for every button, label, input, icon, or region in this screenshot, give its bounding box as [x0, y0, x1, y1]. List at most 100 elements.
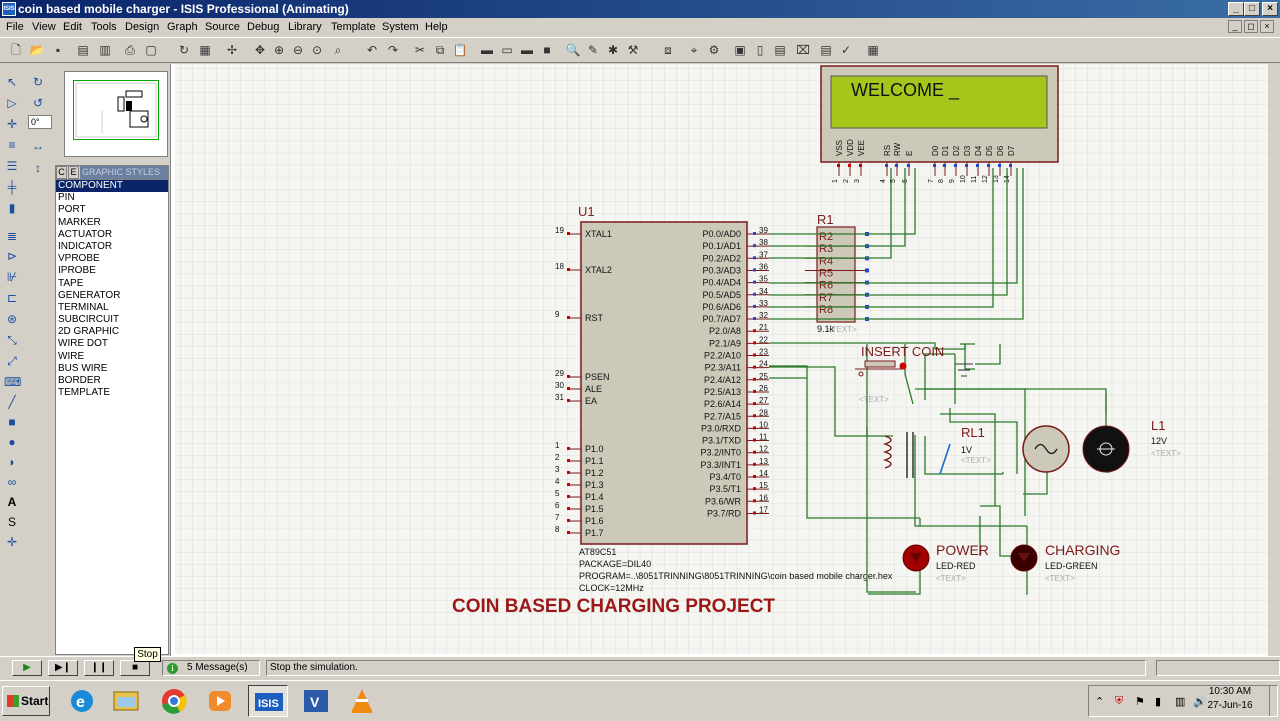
- wire-autorouter-icon[interactable]: ⧈: [660, 42, 676, 58]
- origin-icon[interactable]: ✢: [224, 42, 240, 58]
- marker-tool-icon[interactable]: ✛: [4, 534, 20, 550]
- mirror-horizontal-icon[interactable]: ↔: [30, 138, 46, 154]
- bill-of-materials-icon[interactable]: ▤: [818, 42, 834, 58]
- menu-view[interactable]: View: [32, 18, 56, 36]
- zoom-area-icon[interactable]: ⌕: [330, 42, 346, 58]
- zoom-out-icon[interactable]: ⊖: [290, 42, 306, 58]
- keil-uvision-icon[interactable]: V: [296, 685, 336, 717]
- zoom-all-icon[interactable]: ⊙: [309, 42, 325, 58]
- menu-design[interactable]: Design: [125, 18, 159, 36]
- play-button[interactable]: ▶: [12, 660, 42, 676]
- stop-button[interactable]: ■: [120, 660, 150, 676]
- tape-recorder-icon[interactable]: ⊏: [4, 290, 20, 306]
- bus-mode-icon[interactable]: ╪: [4, 179, 20, 195]
- overview-window[interactable]: [64, 71, 168, 157]
- subcircuit-mode-icon[interactable]: ▮: [4, 200, 20, 216]
- chrome-icon[interactable]: [154, 685, 194, 717]
- paste-icon[interactable]: 📋: [452, 42, 468, 58]
- security-icon[interactable]: ⛨: [1115, 695, 1123, 708]
- grid-icon[interactable]: ▦: [197, 42, 213, 58]
- search-tag-icon[interactable]: ⌖: [686, 42, 702, 58]
- text-tool-icon[interactable]: A: [4, 494, 20, 510]
- make-device-icon[interactable]: ✎: [585, 42, 601, 58]
- import-icon[interactable]: ▤: [75, 42, 91, 58]
- selector-item[interactable]: GENERATOR: [56, 290, 168, 302]
- remove-sheet-icon[interactable]: ▯: [752, 42, 768, 58]
- selector-item[interactable]: MARKER: [56, 217, 168, 229]
- block-delete-icon[interactable]: ■: [539, 42, 555, 58]
- voltage-probe-icon[interactable]: ⤡: [4, 332, 20, 348]
- print-area-icon[interactable]: ▢: [143, 42, 159, 58]
- virtual-instruments-icon[interactable]: ⌨: [4, 374, 21, 390]
- selector-item[interactable]: PORT: [56, 204, 168, 216]
- clock[interactable]: 10:30 AM 27-Jun-16: [1200, 685, 1260, 713]
- electrical-rules-check-icon[interactable]: ✓: [838, 42, 854, 58]
- isis-taskbar-icon[interactable]: ISIS: [248, 685, 288, 717]
- export-icon[interactable]: ▥: [97, 42, 113, 58]
- symbol-tool-icon[interactable]: S: [4, 514, 20, 530]
- cut-icon[interactable]: ✂: [412, 42, 428, 58]
- show-desktop-button[interactable]: [1269, 686, 1277, 716]
- menu-graph[interactable]: Graph: [167, 18, 198, 36]
- media-player-icon[interactable]: [200, 685, 240, 717]
- mdi-restore-button[interactable]: ◻: [1244, 20, 1258, 33]
- component-mode-icon[interactable]: ▷: [4, 95, 20, 111]
- menu-debug[interactable]: Debug: [247, 18, 279, 36]
- menu-tools[interactable]: Tools: [91, 18, 117, 36]
- zoom-in-icon[interactable]: ⊕: [271, 42, 287, 58]
- close-button[interactable]: ×: [1262, 2, 1278, 16]
- menu-source[interactable]: Source: [205, 18, 240, 36]
- new-sheet-icon[interactable]: ▣: [732, 42, 748, 58]
- menu-library[interactable]: Library: [288, 18, 322, 36]
- new-file-icon[interactable]: 🗋: [8, 42, 24, 58]
- minimize-button[interactable]: _: [1228, 2, 1244, 16]
- box-tool-icon[interactable]: ■: [4, 414, 20, 430]
- network-icon[interactable]: ▥: [1175, 695, 1185, 708]
- graph-mode-icon[interactable]: ⊮: [4, 269, 20, 285]
- netlist-to-ares-icon[interactable]: ▦: [865, 42, 881, 58]
- block-move-icon[interactable]: ▭: [499, 42, 515, 58]
- pause-button[interactable]: ❙❙: [84, 660, 114, 676]
- pin-mode-icon[interactable]: ⊳: [4, 248, 20, 264]
- decompose-icon[interactable]: ⚒: [625, 42, 641, 58]
- mirror-vertical-icon[interactable]: ↕: [30, 160, 46, 176]
- selector-item[interactable]: TERMINAL: [56, 302, 168, 314]
- selector-item[interactable]: SUBCIRCUIT: [56, 314, 168, 326]
- line-tool-icon[interactable]: ╱: [4, 394, 20, 410]
- undo-icon[interactable]: ↶: [364, 42, 380, 58]
- goto-sheet-icon[interactable]: ▤: [772, 42, 788, 58]
- menu-system[interactable]: System: [382, 18, 419, 36]
- menu-template[interactable]: Template: [331, 18, 376, 36]
- message-count[interactable]: i 5 Message(s): [162, 660, 260, 676]
- selector-item[interactable]: WIRE: [56, 351, 168, 363]
- zoom-to-child-icon[interactable]: ⌧: [795, 42, 811, 58]
- property-tool-icon[interactable]: ⚙: [706, 42, 722, 58]
- copy-icon[interactable]: ⧉: [432, 42, 448, 58]
- ac-source[interactable]: [1022, 425, 1070, 473]
- menu-edit[interactable]: Edit: [63, 18, 82, 36]
- rotate-anticlockwise-icon[interactable]: ↺: [30, 95, 46, 111]
- selector-item[interactable]: TAPE: [56, 278, 168, 290]
- selector-item[interactable]: TEMPLATE: [56, 387, 168, 399]
- text-script-icon[interactable]: ☰: [4, 158, 20, 174]
- mdi-minimize-button[interactable]: _: [1228, 20, 1242, 33]
- selector-item[interactable]: BORDER: [56, 375, 168, 387]
- terminals-mode-icon[interactable]: ≣: [4, 228, 20, 244]
- rotation-input[interactable]: 0°: [28, 115, 52, 129]
- menu-file[interactable]: File: [6, 18, 24, 36]
- redraw-icon[interactable]: ↻: [176, 42, 192, 58]
- print-icon[interactable]: ⎙: [122, 42, 138, 58]
- selector-item[interactable]: PIN: [56, 192, 168, 204]
- selector-item[interactable]: ACTUATOR: [56, 229, 168, 241]
- arc-tool-icon[interactable]: ◗: [4, 454, 20, 470]
- path-tool-icon[interactable]: ∞: [4, 474, 20, 490]
- selector-item[interactable]: BUS WIRE: [56, 363, 168, 375]
- power-icon[interactable]: ▮: [1155, 695, 1161, 708]
- save-icon[interactable]: ▪: [50, 42, 66, 58]
- show-hidden-icons-icon[interactable]: ⌃: [1095, 695, 1104, 708]
- selector-tab-c[interactable]: C: [56, 166, 67, 179]
- block-rotate-icon[interactable]: ▬: [519, 42, 535, 58]
- vlc-icon[interactable]: [342, 685, 382, 717]
- generator-mode-icon[interactable]: ⊛: [4, 311, 20, 327]
- schematic-editor[interactable]: WELCOME _ VSS 1 VDD 2 VEE 3 RS 4 RW 5 E 6 D0 7 D1 8 D2 9 D…: [170, 64, 1280, 656]
